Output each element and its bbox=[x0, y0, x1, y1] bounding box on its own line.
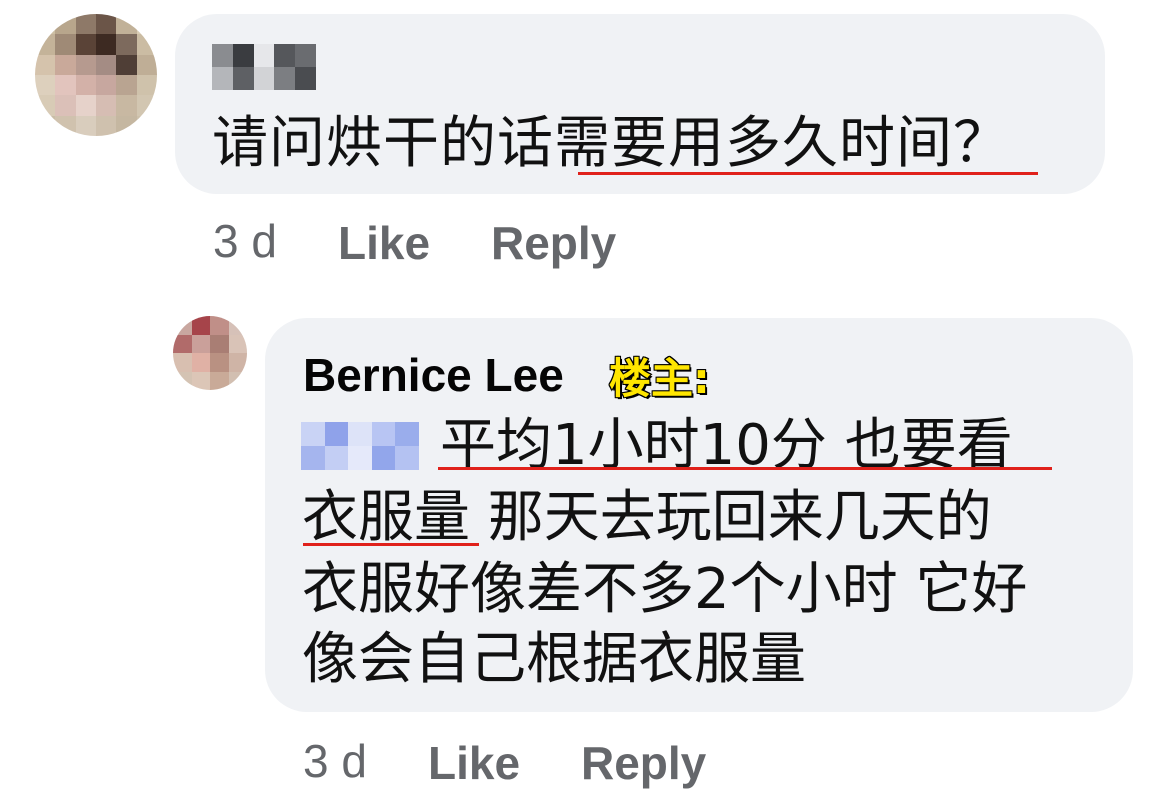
author-name[interactable]: Bernice Lee bbox=[303, 348, 564, 402]
reply-text-line-2: 衣服量 那天去玩回来几天的 bbox=[302, 485, 992, 550]
reply-text-line-3: 衣服好像差不多2个小时 它好 bbox=[302, 557, 1028, 622]
reply-text-line-4: 像会自己根据衣服量 bbox=[302, 627, 806, 692]
highlight-underline bbox=[578, 172, 1038, 175]
highlight-underline bbox=[438, 467, 1052, 470]
blurred-mention[interactable] bbox=[301, 422, 419, 470]
like-button[interactable]: Like bbox=[338, 216, 430, 270]
reply-like-button[interactable]: Like bbox=[428, 736, 520, 790]
highlight-underline bbox=[303, 543, 479, 546]
blurred-commenter-name[interactable] bbox=[212, 44, 316, 90]
author-avatar[interactable] bbox=[173, 316, 247, 390]
comment-timestamp[interactable]: 3 d bbox=[213, 214, 277, 268]
comment-text: 请问烘干的话需要用多久时间？ bbox=[212, 111, 1010, 176]
reply-button[interactable]: Reply bbox=[491, 216, 616, 270]
op-tag: 楼主: bbox=[608, 353, 711, 404]
reply-reply-button[interactable]: Reply bbox=[581, 736, 706, 790]
commenter-avatar[interactable] bbox=[35, 14, 157, 136]
reply-timestamp[interactable]: 3 d bbox=[303, 734, 367, 788]
